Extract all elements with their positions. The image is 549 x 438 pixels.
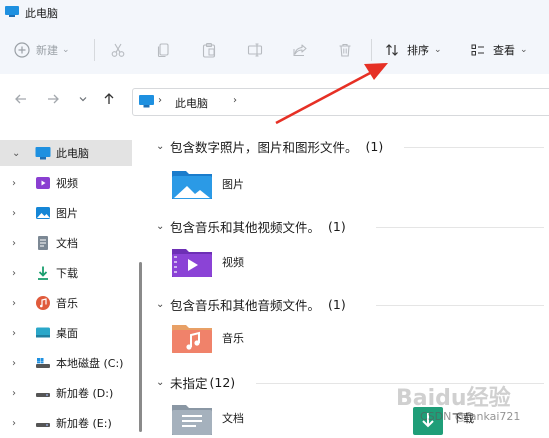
annotation-arrow	[275, 63, 388, 125]
csdn-watermark: CSDN @fankai721	[420, 410, 521, 423]
baidu-watermark: Baidu经验	[396, 386, 511, 411]
